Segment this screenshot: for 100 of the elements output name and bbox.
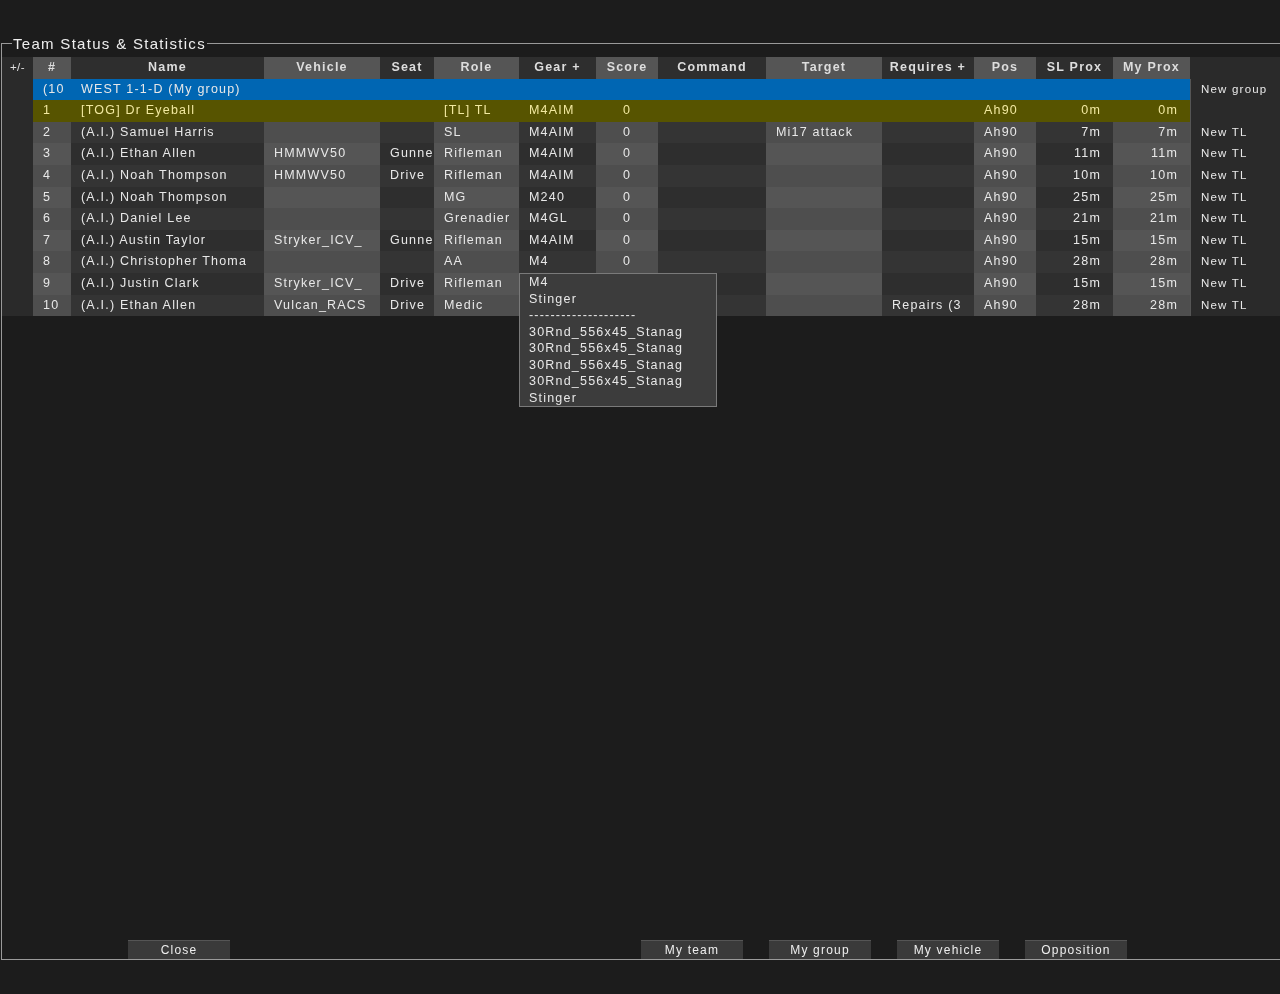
column-header[interactable]: Name — [71, 57, 264, 79]
close-button[interactable]: Close — [128, 940, 230, 959]
table-cell: Ah90 — [974, 294, 1036, 317]
table-cell: 10 — [33, 294, 71, 317]
tooltip-line: 30Rnd_556x45_Stanag — [529, 356, 685, 373]
table-cell: 15m — [1113, 229, 1190, 252]
tooltip-line: 30Rnd_556x45_Stanag — [529, 373, 685, 390]
table-cell: Ah90 — [974, 100, 1036, 122]
table-cell: 28m — [1113, 294, 1190, 317]
table-cell: (A.I.) Daniel Lee — [71, 208, 264, 230]
table-cell: (A.I.) Justin Clark — [71, 272, 264, 295]
group-header-row[interactable]: (10 WEST 1-1-D (My group) — [33, 78, 1190, 101]
filter-tab[interactable]: Opposition — [1025, 940, 1127, 959]
table-cell: M4 — [519, 251, 596, 273]
table-cell: 0 — [596, 164, 658, 187]
column-header[interactable]: Requires + — [882, 57, 974, 79]
table-cell: (A.I.) Noah Thompson — [71, 186, 264, 209]
table-cell: Ah90 — [974, 143, 1036, 165]
table-cell: (A.I.) Samuel Harris — [71, 121, 264, 144]
table-cell: M4AIM — [519, 143, 596, 165]
table-cell: M4AIM — [519, 229, 596, 252]
table-cell: 15m — [1036, 229, 1113, 252]
member-row[interactable]: 3 (A.I.) Ethan Allen HMMWV50 Gunne Rifleman M4AIM 0 Ah90 11m 11m New TL — [2, 143, 1280, 165]
table-cell: Mi17 attack — [766, 121, 882, 144]
table-cell: MG — [434, 186, 519, 209]
member-row[interactable]: 7 (A.I.) Austin Taylor Stryker_ICV_ Gunne Rifleman M4AIM 0 Ah90 15m 15m New TL — [2, 229, 1280, 252]
table-cell: Ah90 — [974, 121, 1036, 144]
table-cell: 3 — [33, 143, 71, 165]
table-cell: 0 — [596, 186, 658, 209]
table-cell: Medic — [434, 294, 519, 317]
column-header[interactable]: Pos — [974, 57, 1036, 79]
table-cell: Gunne — [380, 229, 434, 252]
member-row[interactable]: 4 (A.I.) Noah Thompson HMMWV50 Drive Rifleman M4AIM 0 Ah90 10m 10m New TL — [2, 164, 1280, 187]
table-cell: Rifleman — [434, 229, 519, 252]
column-header[interactable]: My Prox — [1113, 57, 1190, 79]
table-cell: 6 — [33, 208, 71, 230]
column-header[interactable]: # — [33, 57, 71, 79]
table-cell: 7m — [1036, 121, 1113, 144]
table-cell: 25m — [1036, 186, 1113, 209]
table-cell: M4AIM — [519, 164, 596, 187]
table-cell: 15m — [1036, 272, 1113, 295]
member-row[interactable]: 6 (A.I.) Daniel Lee Grenadier M4GL 0 Ah90 21m 21m New TL — [2, 208, 1280, 230]
tooltip-line: Stinger — [529, 389, 578, 406]
tooltip-line: M4 — [529, 274, 550, 291]
table-cell: 4 — [33, 164, 71, 187]
table-cell: Gunne — [380, 143, 434, 165]
column-header[interactable]: Command — [658, 57, 766, 79]
table-cell: 0 — [596, 208, 658, 230]
table-cell: 28m — [1113, 251, 1190, 273]
table-cell: Drive — [380, 164, 434, 187]
table-cell: Repairs (3 — [882, 294, 974, 317]
member-row[interactable]: 2 (A.I.) Samuel Harris SL M4AIM 0 Mi17 attack Ah90 7m 7m New TL — [2, 121, 1280, 144]
member-row[interactable]: 8 (A.I.) Christopher Thoma AA M4 0 Ah90 28m 28m New TL — [2, 251, 1280, 273]
table-cell: 7 — [33, 229, 71, 252]
filter-tab[interactable]: My group — [769, 940, 871, 959]
table-cell: 28m — [1036, 251, 1113, 273]
selected-member-row[interactable]: 1 [TOG] Dr Eyeball [TL] TL M4AIM 0 Ah90 0m 0m — [2, 100, 1280, 122]
filter-tab[interactable]: My vehicle — [897, 940, 999, 959]
table-cell: [TOG] Dr Eyeball — [71, 100, 264, 122]
table-cell: Grenadier — [434, 208, 519, 230]
table-cell: (A.I.) Noah Thompson — [71, 164, 264, 187]
table-cell: (A.I.) Christopher Thoma — [71, 251, 264, 273]
table-cell: 8 — [33, 251, 71, 273]
column-header[interactable]: SL Prox — [1036, 57, 1113, 79]
table-cell: Ah90 — [974, 272, 1036, 295]
tooltip-line: Stinger — [529, 290, 578, 307]
table-cell: Ah90 — [974, 229, 1036, 252]
table-cell: M4AIM — [519, 121, 596, 144]
table-cell: (A.I.) Ethan Allen — [71, 294, 264, 317]
column-header[interactable]: Target — [766, 57, 882, 79]
column-header[interactable]: Score — [596, 57, 658, 79]
table-cell: 0 — [596, 229, 658, 252]
table-cell: M4AIM — [519, 100, 596, 122]
table-cell: HMMWV50 — [264, 143, 380, 165]
table-cell: 10m — [1113, 164, 1190, 187]
table-cell: Ah90 — [974, 164, 1036, 187]
table-cell: 10m — [1036, 164, 1113, 187]
table-cell: SL — [434, 121, 519, 144]
column-header[interactable]: Vehicle — [264, 57, 380, 79]
column-header[interactable]: Role — [434, 57, 519, 79]
table-cell: Stryker_ICV_ — [264, 272, 380, 295]
table-cell: Rifleman — [434, 164, 519, 187]
table-cell: 28m — [1036, 294, 1113, 317]
table-cell: (A.I.) Ethan Allen — [71, 143, 264, 165]
table-cell: 0m — [1113, 100, 1190, 122]
table-cell: 0 — [596, 121, 658, 144]
table-cell: Rifleman — [434, 143, 519, 165]
column-header[interactable]: Gear + — [519, 57, 596, 79]
table-cell: Ah90 — [974, 251, 1036, 273]
column-header[interactable]: Seat — [380, 57, 434, 79]
table-cell: 0m — [1036, 100, 1113, 122]
table-cell: 2 — [33, 121, 71, 144]
group-name: WEST 1-1-D (My group) — [80, 80, 242, 98]
window-title: Team Status & Statistics — [12, 35, 207, 52]
filter-tab[interactable]: My team — [641, 940, 743, 959]
table-cell: Ah90 — [974, 186, 1036, 209]
column-header[interactable]: +/- — [2, 57, 33, 79]
member-row[interactable]: 5 (A.I.) Noah Thompson MG M240 0 Ah90 25m 25m New TL — [2, 186, 1280, 209]
table-cell: 9 — [33, 272, 71, 295]
table-cell: 0 — [596, 251, 658, 273]
